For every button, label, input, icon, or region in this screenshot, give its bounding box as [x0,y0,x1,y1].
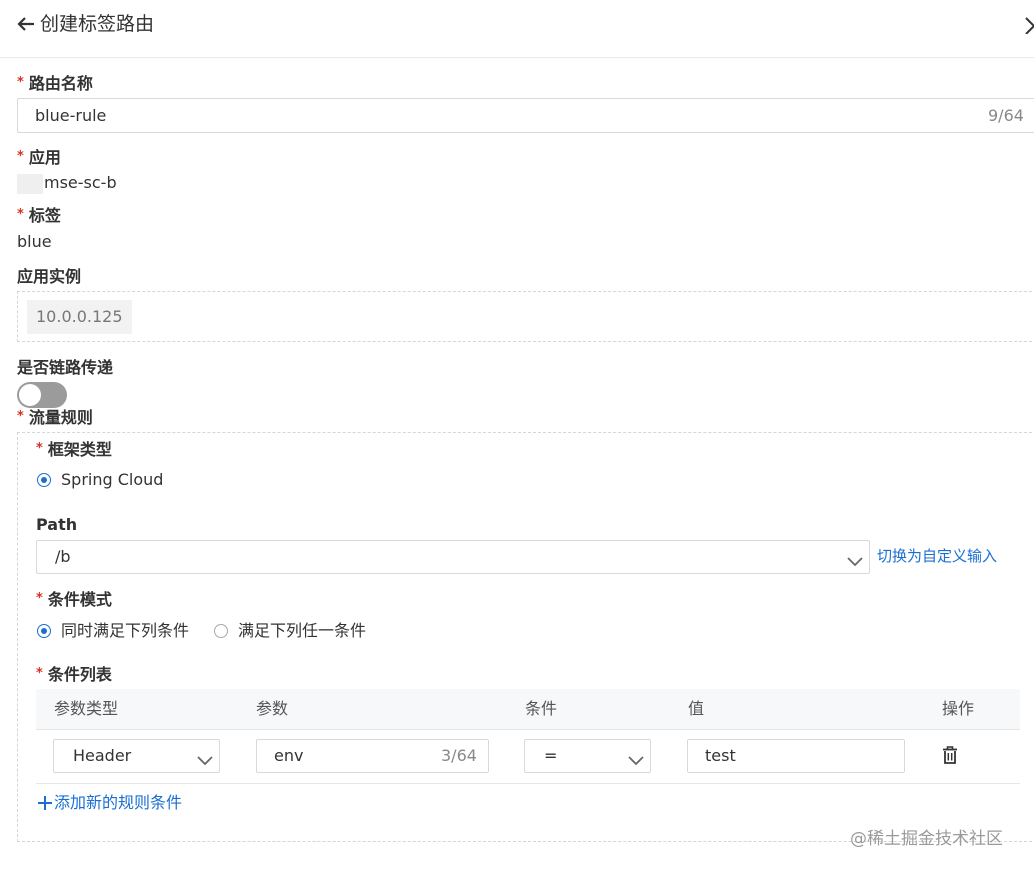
any-condition-radio[interactable] [214,624,228,638]
close-icon[interactable] [1022,14,1034,35]
instance-tag: 10.0.0.125 [27,300,132,334]
param-type-select[interactable]: Header [53,739,220,773]
route-name-label: * 路由名称 [17,74,93,93]
watermark: @稀土掘金技术社区 [850,829,1003,849]
spring-cloud-label: Spring Cloud [61,470,164,489]
th-actions: 操作 [942,699,975,718]
route-name-counter: 9/64 [988,106,1024,125]
th-value: 值 [688,699,705,718]
switch-custom-input-link[interactable]: 切换为自定义输入 [877,545,997,567]
chevron-down-icon [628,751,644,766]
instances-box [17,291,1034,342]
operator-value: = [544,746,558,765]
all-conditions-label: 同时满足下列条件 [61,621,190,640]
path-value: /b [55,547,71,566]
path-select[interactable]: /b [36,540,870,574]
spring-cloud-radio[interactable] [37,473,51,487]
framework-label: * 框架类型 [36,440,112,459]
route-name-input[interactable]: blue-rule 9/64 [17,98,1034,133]
drawer-header [0,0,1034,58]
row-divider [36,783,1020,784]
back-arrow-icon[interactable] [16,14,36,34]
condition-list-label: * 条件列表 [36,665,112,684]
all-conditions-radio[interactable] [37,624,51,638]
chain-switch[interactable] [17,382,67,408]
chain-label: 是否链路传递 [17,358,114,377]
value-value: test [705,746,736,765]
param-counter: 3/64 [441,746,477,765]
app-label: * 应用 [17,148,61,167]
chevron-down-icon [197,751,213,766]
param-input[interactable]: env 3/64 [256,739,489,773]
plus-icon[interactable] [37,795,53,811]
condition-mode-label: * 条件模式 [36,590,112,609]
th-condition: 条件 [525,699,558,718]
tag-value: blue [17,232,52,251]
instances-label: 应用实例 [17,267,82,286]
trash-icon[interactable] [942,746,958,764]
app-value: mse-sc-b [44,173,117,192]
chevron-down-icon [847,552,863,567]
app-icon [17,174,43,194]
traffic-label: * 流量规则 [17,408,93,427]
param-type-value: Header [73,746,132,765]
route-name-value: blue-rule [35,106,107,125]
add-rule-condition-link[interactable]: 添加新的规则条件 [54,792,182,814]
page-title: 创建标签路由 [40,13,155,35]
value-input[interactable]: test [687,739,905,773]
switch-knob [19,384,41,406]
th-param: 参数 [256,699,289,718]
operator-select[interactable]: = [524,739,651,773]
tag-label: * 标签 [17,206,61,225]
th-param-type: 参数类型 [54,699,119,718]
param-value: env [274,746,304,765]
path-label: Path [36,515,78,534]
any-condition-label: 满足下列任一条件 [238,621,367,640]
